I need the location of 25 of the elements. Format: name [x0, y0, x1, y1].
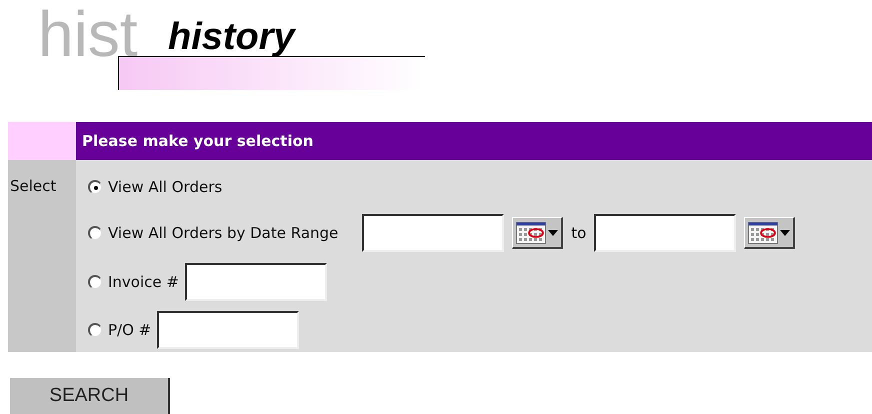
radio-button[interactable] [88, 275, 102, 289]
caret-icon [548, 230, 558, 236]
header-corner [8, 122, 76, 160]
input-field[interactable] [184, 263, 327, 301]
radio-button[interactable] [88, 180, 102, 194]
input-field[interactable] [594, 214, 736, 252]
caret-icon [780, 230, 790, 236]
option-label: Invoice # [108, 272, 179, 293]
search-button[interactable]: SEARCH [10, 378, 170, 414]
page-title: history [168, 18, 295, 56]
radio-button[interactable] [88, 323, 102, 337]
option-label: P/O # [108, 320, 152, 341]
option-label: View All Orders [108, 176, 222, 198]
ghost-heading: hist [38, 2, 138, 66]
calendar-icon [516, 222, 546, 244]
calendar-button[interactable] [512, 217, 564, 249]
panel-heading: Please make your selection [76, 122, 872, 160]
input-field[interactable] [362, 214, 504, 252]
radio-button[interactable] [88, 226, 102, 240]
to-label: to [571, 222, 586, 244]
select-label: Select [10, 177, 56, 195]
calendar-icon [748, 222, 778, 244]
option-label: View All Orders by Date Range [108, 222, 338, 244]
calendar-button[interactable] [744, 217, 796, 249]
input-field[interactable] [157, 311, 300, 349]
